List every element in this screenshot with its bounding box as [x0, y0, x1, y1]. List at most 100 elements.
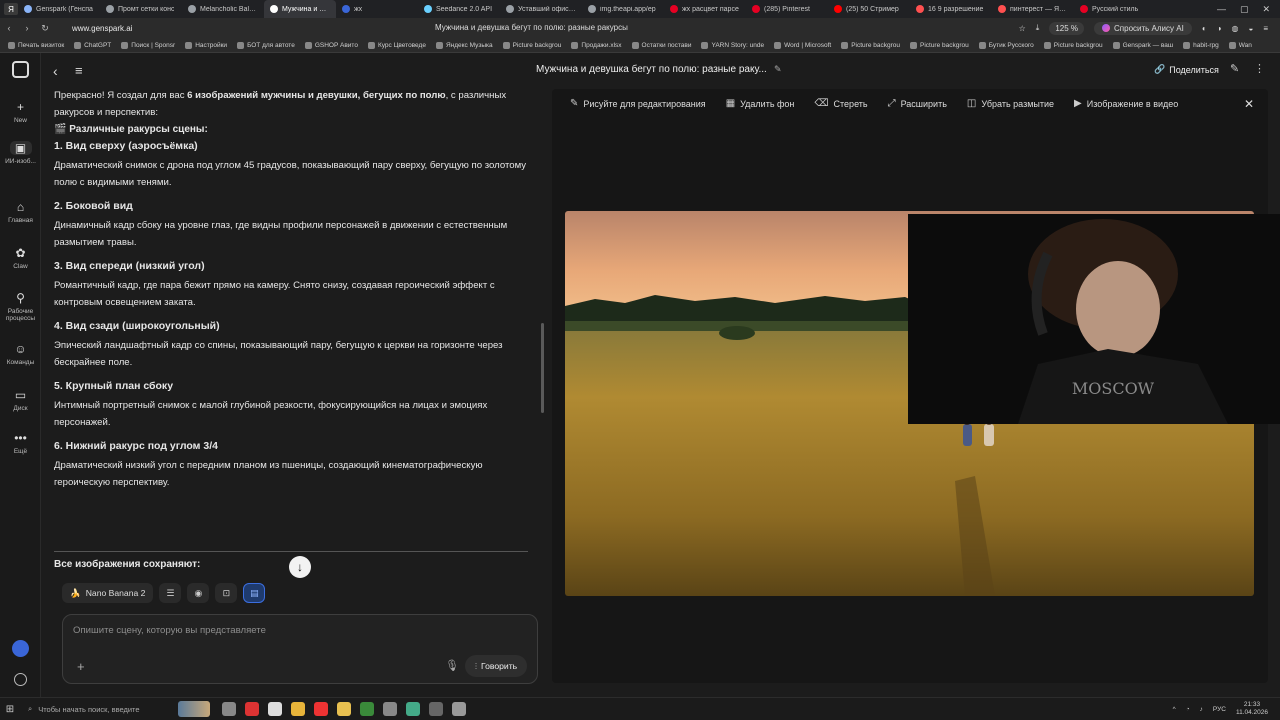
browser-tab[interactable]: img.theapi.app/ep	[582, 0, 664, 18]
bookmark-item[interactable]: Picture backgrou	[1043, 41, 1103, 49]
url-field[interactable]: www.genspark.ai	[72, 24, 132, 33]
taskbar-widget[interactable]	[178, 701, 210, 717]
bookmark-item[interactable]: Настройки	[185, 41, 227, 49]
bookmark-item[interactable]: Курс Цветоведе	[367, 41, 426, 49]
bookmark-item[interactable]: GSHOP Авито	[304, 41, 358, 49]
bookmark-star-icon[interactable]: ☆	[1019, 24, 1026, 33]
browser-tab[interactable]: (285) Pinterest	[746, 0, 828, 18]
sidebar-item[interactable]: ▣ ИИ-изоб...	[0, 141, 41, 165]
taskbar-app-icon[interactable]	[452, 702, 466, 716]
bookmark-item[interactable]: БОТ для автоте	[237, 41, 295, 49]
taskbar-app-icon[interactable]	[291, 702, 305, 716]
settings-sliders-icon[interactable]: ☰	[159, 583, 182, 603]
chat-scrollbar[interactable]	[541, 323, 544, 413]
bookmark-item[interactable]: Genspark — ваш	[1112, 41, 1173, 49]
browser-tab[interactable]: Русский стиль	[1074, 0, 1156, 18]
bookmark-item[interactable]: Остатки постави	[631, 41, 691, 49]
bookmark-item[interactable]: Wan	[1228, 41, 1252, 49]
image-tool-button[interactable]: ▶ Изображение в видео	[1074, 98, 1178, 109]
bookmark-item[interactable]: Picture backgrou	[909, 41, 969, 49]
taskbar-app-icon[interactable]	[245, 702, 259, 716]
language-indicator[interactable]: РУС	[1213, 706, 1226, 713]
browser-tab[interactable]: Мужчина и дев	[264, 0, 336, 18]
attach-plus-icon[interactable]: +	[77, 659, 85, 674]
chat-menu-icon[interactable]: ≡	[75, 63, 83, 78]
volume-icon[interactable]: ♪	[1200, 706, 1203, 713]
speak-button[interactable]: ⫶ Говорить	[465, 655, 527, 677]
extension-icon[interactable]: ◍	[1232, 24, 1239, 33]
browser-tab[interactable]: Melancholic Bald C	[182, 0, 264, 18]
extension-icon[interactable]: ◒	[1248, 24, 1253, 33]
style-icon[interactable]: ◉	[187, 583, 210, 603]
clock[interactable]: 21:33 11.04.2026	[1236, 701, 1268, 717]
bookmark-item[interactable]: Picture backgrou	[841, 41, 900, 49]
browser-tab[interactable]: Genspark (Генспа	[18, 0, 100, 18]
alice-button[interactable]: Спросить Алису AI	[1094, 21, 1192, 35]
viewer-close-icon[interactable]: ✕	[1244, 97, 1254, 111]
more-icon[interactable]: ⋮	[1254, 62, 1265, 75]
windows-start-icon[interactable]: ⊞	[0, 704, 20, 715]
taskbar-app-icon[interactable]	[268, 702, 282, 716]
zoom-level[interactable]: 125 %	[1049, 21, 1085, 35]
sidebar-item[interactable]: ••• Ещё	[0, 431, 41, 455]
sidebar-item[interactable]: ✿ Claw	[0, 246, 41, 270]
taskbar-app-icon[interactable]	[383, 702, 397, 716]
mic-icon[interactable]: 🎙	[445, 659, 459, 672]
image-tool-button[interactable]: ◫ Убрать размытие	[967, 98, 1054, 109]
sidebar-item[interactable]: ☺ Команды	[0, 342, 41, 366]
image-reference-icon[interactable]: ⊡	[215, 583, 238, 603]
bookmark-item[interactable]: ChatGPT	[74, 41, 111, 49]
sidebar-item[interactable]: + New	[0, 100, 41, 124]
sidebar-item[interactable]: ▭ Диск	[0, 388, 41, 412]
image-tool-button[interactable]: ⌫ Стереть	[814, 98, 867, 109]
model-selector-button[interactable]: 🍌 Nano Banana 2	[62, 583, 154, 603]
taskbar-app-icon[interactable]	[406, 702, 420, 716]
sidebar-item[interactable]: ⚲ Рабочие процессы	[0, 291, 41, 322]
download-icon[interactable]: ⤓	[1036, 23, 1040, 33]
bookmark-item[interactable]: Продажи.xlsx	[571, 41, 622, 49]
genspark-logo-icon[interactable]	[12, 61, 29, 78]
browser-tab[interactable]: Seedance 2.0 API	[418, 0, 500, 18]
network-icon[interactable]: ◔	[1186, 706, 1190, 713]
image-tool-button[interactable]: ⤢ Расширить	[888, 98, 947, 109]
bookmark-item[interactable]: Яндекс Музыка	[435, 41, 493, 49]
user-avatar[interactable]	[14, 673, 27, 686]
minimize-icon[interactable]: —	[1217, 4, 1226, 15]
sidebar-item[interactable]: ⌂ Главная	[0, 200, 41, 224]
image-tool-button[interactable]: ✎ Рисуйте для редактирования	[570, 98, 706, 109]
browser-tab[interactable]: (25) 50 Стример	[828, 0, 910, 18]
browser-tab[interactable]: жх	[336, 0, 418, 18]
edit-title-icon[interactable]: ✎	[774, 64, 782, 75]
forward-icon[interactable]: ›	[18, 23, 36, 33]
taskbar-app-icon[interactable]	[429, 702, 443, 716]
browser-logo-icon[interactable]: Я	[4, 3, 18, 15]
edit-icon[interactable]: ✎	[1230, 62, 1239, 75]
aspect-ratio-icon[interactable]: ▤	[243, 583, 266, 603]
taskbar-app-icon[interactable]	[314, 702, 328, 716]
extension-icon[interactable]: ◑	[1217, 24, 1222, 33]
browser-tab[interactable]: Уставший офисны	[500, 0, 582, 18]
back-icon[interactable]: ‹	[0, 23, 18, 33]
browser-tab[interactable]: жх расцвет парсе	[664, 0, 746, 18]
browser-tab[interactable]: 16 9 разрешение	[910, 0, 992, 18]
tray-chevron-icon[interactable]: ^	[1173, 706, 1176, 713]
chat-back-icon[interactable]: ‹	[53, 63, 58, 79]
prompt-input[interactable]: Опишите сцену, которую вы представляете …	[62, 614, 538, 684]
bookmark-item[interactable]: Бутик Русского	[978, 41, 1034, 49]
taskbar-search[interactable]: ⌕ Чтобы начать поиск, введите	[20, 704, 150, 714]
taskbar-app-icon[interactable]	[337, 702, 351, 716]
share-button[interactable]: 🔗 Поделиться	[1154, 64, 1219, 75]
reload-icon[interactable]: ↻	[36, 23, 54, 34]
bookmark-item[interactable]: Печать визиток	[8, 41, 64, 49]
bookmark-item[interactable]: habit-rpg	[1183, 41, 1219, 49]
browser-menu-icon[interactable]: ≡	[1263, 24, 1268, 33]
app-switcher-icon[interactable]	[12, 640, 29, 657]
extension-icon[interactable]: ◐	[1202, 24, 1207, 33]
browser-tab[interactable]: Промт сетки конс	[100, 0, 182, 18]
bookmark-item[interactable]: Word | Microsoft	[774, 41, 831, 49]
browser-tab[interactable]: пинтерест — Янде	[992, 0, 1074, 18]
image-tool-button[interactable]: ▦ Удалить фон	[726, 98, 795, 109]
taskbar-app-icon[interactable]	[360, 702, 374, 716]
bookmark-item[interactable]: YARN Story: unde	[701, 41, 764, 49]
bookmark-item[interactable]: Picture backgrou	[502, 41, 561, 49]
